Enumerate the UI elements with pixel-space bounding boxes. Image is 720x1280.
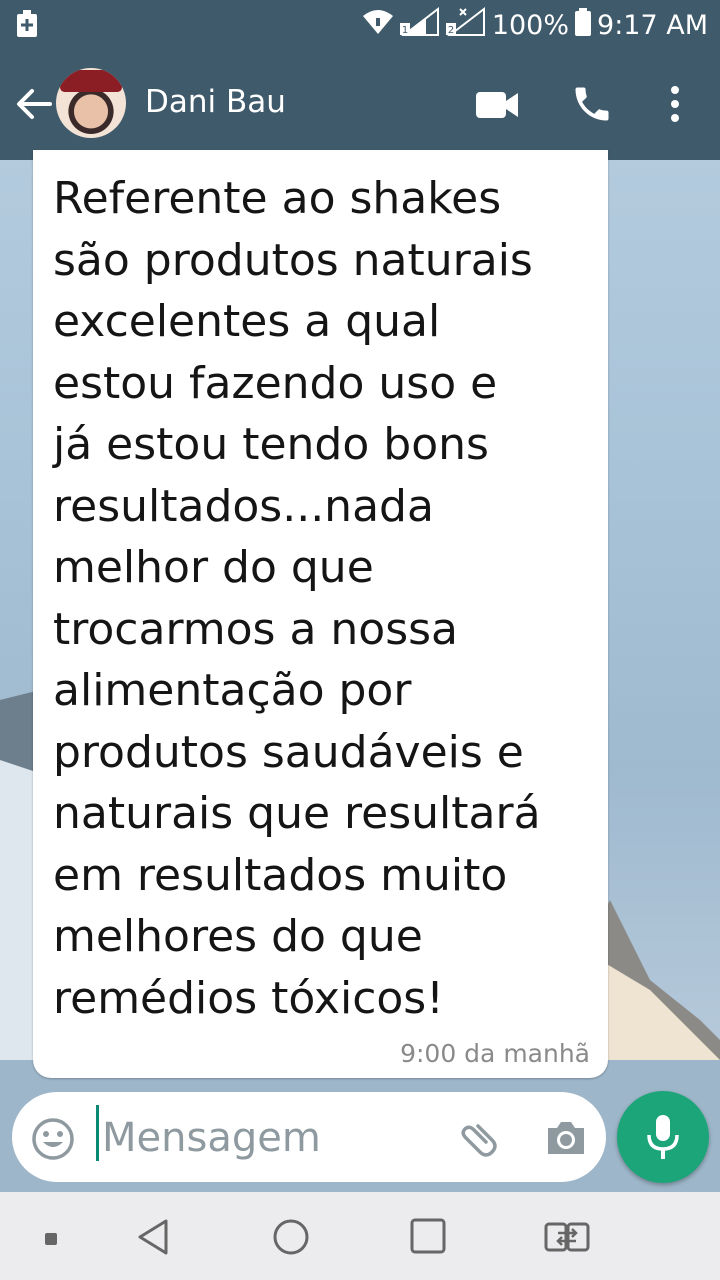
- nav-switch-apps-button[interactable]: [544, 1220, 590, 1254]
- message-line: já estou tendo bons: [53, 419, 489, 470]
- nav-recents-button[interactable]: [410, 1218, 446, 1254]
- back-button[interactable]: [14, 84, 54, 124]
- paperclip-icon: [461, 1124, 497, 1157]
- message-line: Referente ao shakes: [53, 173, 502, 224]
- contact-name[interactable]: Dani Bau: [145, 84, 286, 120]
- svg-text:1: 1: [402, 25, 408, 36]
- signal-sim2-icon: 2: [445, 6, 486, 44]
- message-line: em resultados muito: [53, 849, 508, 901]
- microphone-icon: [647, 1115, 679, 1159]
- nav-back-button[interactable]: [134, 1217, 174, 1257]
- text-cursor: [96, 1105, 99, 1161]
- nav-home-button[interactable]: [272, 1218, 310, 1256]
- chat-header: Dani Bau: [0, 50, 720, 160]
- square-recents-icon: [410, 1218, 446, 1254]
- clock: 9:17 AM: [597, 9, 708, 41]
- phone-icon: [575, 87, 609, 121]
- message-input[interactable]: [102, 1110, 442, 1166]
- arrow-left-icon: [17, 89, 52, 119]
- triangle-back-icon: [138, 1219, 168, 1255]
- message-line: são produtos naturais: [53, 234, 533, 286]
- signal-sim1-icon: 1: [399, 6, 440, 44]
- message-line: excelentes a qual: [53, 296, 441, 347]
- battery-icon: [575, 7, 592, 43]
- message-line: melhores do que: [53, 911, 423, 962]
- more-vertical-icon: [671, 86, 679, 122]
- avatar[interactable]: [56, 68, 126, 138]
- message-text: Referente ao shakes são produtos naturai…: [53, 168, 593, 1029]
- message-line: remédios tóxicos!: [53, 972, 444, 1024]
- message-line: trocarmos a nossa: [53, 603, 459, 655]
- message-timestamp: 9:00 da manhã: [400, 1039, 590, 1068]
- message-line: alimentação por: [53, 665, 412, 716]
- video-camera-icon: [476, 92, 518, 118]
- battery-saver-icon: [16, 10, 38, 45]
- message-line: naturais que resultará: [53, 788, 541, 839]
- emoji-icon: [32, 1118, 74, 1160]
- message-composer: [12, 1092, 606, 1182]
- nav-indicator: [45, 1233, 57, 1245]
- voice-call-button[interactable]: [570, 82, 614, 126]
- attach-button[interactable]: [456, 1116, 500, 1160]
- battery-percent: 100%: [491, 9, 570, 41]
- camera-icon: [548, 1122, 584, 1154]
- voice-message-button[interactable]: [617, 1091, 709, 1183]
- message-bubble[interactable]: Referente ao shakes são produtos naturai…: [33, 150, 608, 1078]
- camera-button[interactable]: [544, 1118, 588, 1158]
- svg-text:2: 2: [448, 25, 454, 36]
- circle-home-icon: [273, 1219, 309, 1255]
- switch-apps-icon: [544, 1222, 590, 1252]
- status-bar: 1 2 100% 9:17 AM: [0, 0, 720, 50]
- message-line: resultados...nada: [53, 480, 434, 532]
- video-call-button[interactable]: [474, 86, 520, 124]
- emoji-button[interactable]: [31, 1117, 75, 1161]
- more-options-button[interactable]: [660, 82, 690, 126]
- system-navigation-bar: [0, 1192, 720, 1280]
- message-line: produtos saudáveis e: [53, 726, 524, 778]
- message-line: melhor do que: [53, 542, 374, 593]
- wifi-icon: [362, 8, 394, 43]
- message-line: estou fazendo uso e: [53, 357, 498, 409]
